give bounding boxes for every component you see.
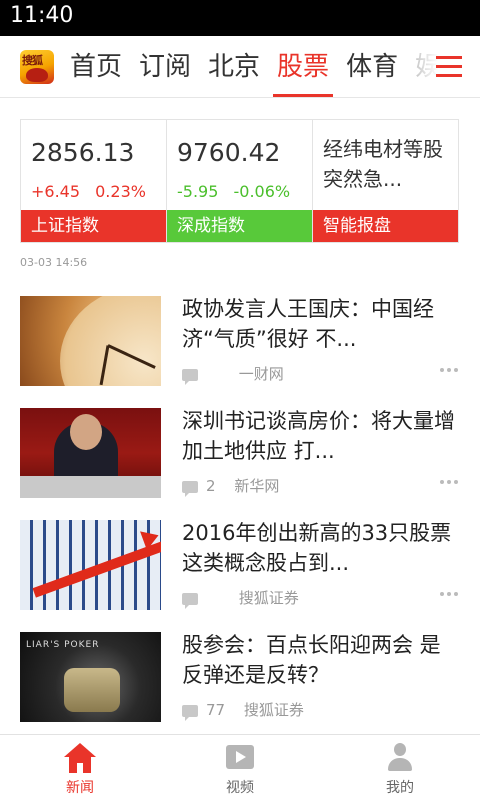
thumbnail-caption: LIAR'S POKER bbox=[26, 640, 100, 650]
news-source: 新华网 bbox=[234, 477, 280, 495]
index-change: +6.45 0.23% bbox=[31, 182, 156, 201]
channel-tabs: 首页 订阅 北京 股票 体育 娱 bbox=[70, 36, 458, 97]
bottom-nav-label: 视频 bbox=[226, 780, 254, 796]
news-thumbnail bbox=[20, 296, 161, 386]
fox-icon bbox=[26, 68, 48, 82]
market-panel: 2856.13 +6.45 0.23% 上证指数 9760.42 -5.95 -… bbox=[20, 119, 459, 243]
user-icon bbox=[386, 743, 414, 771]
index-change-points: -5.95 bbox=[177, 182, 219, 201]
news-meta: 一财网 bbox=[182, 364, 284, 385]
comment-count: 2 bbox=[206, 477, 216, 495]
news-source: 搜狐证券 bbox=[243, 701, 304, 719]
news-thumbnail bbox=[20, 408, 161, 498]
index-name: 深成指数 bbox=[167, 210, 312, 242]
bottom-nav-news[interactable]: 新闻 bbox=[0, 735, 160, 800]
index-change-percent: 0.23% bbox=[95, 182, 146, 201]
tab-subscribe[interactable]: 订阅 bbox=[139, 36, 191, 97]
smart-report-card[interactable]: 经纬电材等股突然急... 智能报盘 bbox=[313, 120, 458, 242]
bottom-nav-video[interactable]: 视频 bbox=[160, 735, 320, 800]
comment-icon bbox=[182, 592, 198, 609]
comment-icon bbox=[182, 480, 198, 497]
news-thumbnail: LIAR'S POKER bbox=[20, 632, 161, 722]
bottom-nav-label: 我的 bbox=[386, 780, 414, 796]
more-options-icon[interactable] bbox=[440, 368, 460, 374]
news-item[interactable]: 2016年创出新高的33只股票 这类概念股占到... 搜狐证券 bbox=[0, 514, 480, 626]
index-card-shenzhen[interactable]: 9760.42 -5.95 -0.06% 深成指数 bbox=[167, 120, 313, 242]
sohu-logo[interactable]: 搜狐 bbox=[20, 50, 54, 84]
tab-sports[interactable]: 体育 bbox=[346, 36, 398, 97]
news-item[interactable]: 深圳书记谈高房价：将大量增加土地供应 打... 2 新华网 bbox=[0, 402, 480, 514]
news-title: 股参会：百点长阳迎两会 是反弹还是反转？ bbox=[182, 633, 441, 687]
top-nav: 搜狐 首页 订阅 北京 股票 体育 娱 bbox=[0, 36, 480, 98]
news-feed: 政协发言人王国庆：中国经济“气质”很好 不... 一财网 深圳书记谈高房价：将大… bbox=[0, 290, 480, 738]
index-name: 上证指数 bbox=[21, 210, 166, 242]
news-title: 深圳书记谈高房价：将大量增加土地供应 打... bbox=[182, 409, 455, 463]
bottom-nav: 新闻 视频 我的 bbox=[0, 734, 480, 800]
comment-icon bbox=[182, 704, 198, 721]
news-title: 政协发言人王国庆：中国经济“气质”很好 不... bbox=[182, 297, 434, 351]
news-source: 搜狐证券 bbox=[238, 589, 299, 607]
more-options-icon[interactable] bbox=[440, 592, 460, 598]
home-icon bbox=[64, 743, 96, 773]
index-value: 2856.13 bbox=[31, 138, 135, 167]
index-card-shanghai[interactable]: 2856.13 +6.45 0.23% 上证指数 bbox=[21, 120, 167, 242]
tab-stocks[interactable]: 股票 bbox=[273, 36, 334, 97]
index-change-percent: -0.06% bbox=[233, 182, 291, 201]
logo-text: 搜狐 bbox=[22, 54, 43, 67]
index-change-points: +6.45 bbox=[31, 182, 81, 201]
news-thumbnail bbox=[20, 520, 161, 610]
tab-home[interactable]: 首页 bbox=[70, 36, 122, 97]
news-meta: 77 搜狐证券 bbox=[182, 700, 304, 721]
status-bar: 11:40 bbox=[0, 0, 480, 36]
tab-beijing[interactable]: 北京 bbox=[208, 36, 260, 97]
news-item[interactable]: LIAR'S POKER 股参会：百点长阳迎两会 是反弹还是反转？ 77 搜狐证… bbox=[0, 626, 480, 738]
hamburger-menu-icon[interactable] bbox=[436, 54, 462, 80]
smart-report-label: 智能报盘 bbox=[313, 210, 458, 242]
video-icon bbox=[226, 745, 254, 769]
bottom-nav-mine[interactable]: 我的 bbox=[320, 735, 480, 800]
comment-icon bbox=[182, 368, 198, 385]
news-item[interactable]: 政协发言人王国庆：中国经济“气质”很好 不... 一财网 bbox=[0, 290, 480, 402]
bottom-nav-label: 新闻 bbox=[66, 780, 94, 796]
index-value: 9760.42 bbox=[177, 138, 281, 167]
index-change: -5.95 -0.06% bbox=[177, 182, 300, 201]
more-options-icon[interactable] bbox=[440, 480, 460, 486]
news-meta: 2 新华网 bbox=[182, 476, 280, 497]
status-time: 11:40 bbox=[10, 3, 74, 28]
news-title: 2016年创出新高的33只股票 这类概念股占到... bbox=[182, 521, 452, 575]
news-meta: 搜狐证券 bbox=[182, 588, 299, 609]
news-source: 一财网 bbox=[238, 365, 284, 383]
update-timestamp: 03-03 14:56 bbox=[20, 256, 88, 269]
comment-count: 77 bbox=[206, 701, 226, 719]
smart-report-text: 经纬电材等股突然急... bbox=[323, 137, 443, 191]
